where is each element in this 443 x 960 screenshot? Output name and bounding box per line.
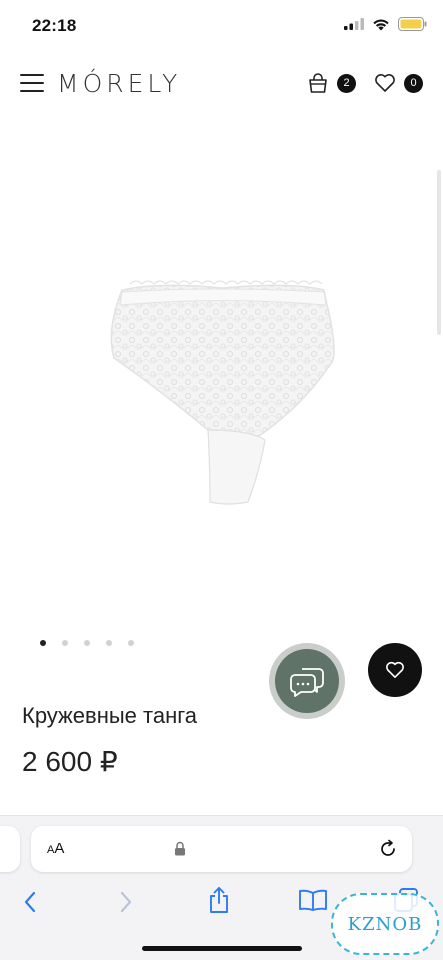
- product-title: Кружевные танга: [22, 703, 197, 728]
- bookmarks-icon[interactable]: [298, 888, 328, 912]
- product-image[interactable]: [100, 280, 345, 505]
- menu-icon[interactable]: [20, 74, 44, 92]
- product-price: 2 600 ₽: [22, 746, 118, 777]
- scrollbar[interactable]: [437, 170, 441, 335]
- status-time: 22:18: [32, 16, 77, 35]
- forward-icon[interactable]: [118, 890, 134, 914]
- carousel-dots: [40, 640, 134, 646]
- watermark-text: KZNOB: [347, 913, 423, 935]
- wifi-icon: [373, 19, 389, 30]
- add-to-wishlist-button[interactable]: [368, 643, 422, 697]
- cellular-signal-icon: [344, 18, 364, 30]
- chat-button[interactable]: [269, 643, 345, 719]
- carousel-dot[interactable]: [128, 640, 134, 646]
- address-bar[interactable]: AA: [31, 826, 412, 872]
- lock-icon: [175, 841, 185, 856]
- cart-count-badge: 2: [337, 73, 356, 93]
- previous-tab-preview[interactable]: [0, 826, 20, 872]
- shopping-bag-icon: [309, 73, 327, 93]
- watermark-logo: KZNOB: [331, 893, 439, 955]
- battery-icon: [398, 17, 427, 31]
- wishlist-button[interactable]: 0: [374, 73, 423, 93]
- reload-icon[interactable]: [378, 839, 398, 859]
- back-icon[interactable]: [22, 890, 38, 914]
- wishlist-count-badge: 0: [404, 73, 423, 93]
- share-icon[interactable]: [207, 886, 231, 914]
- chat-button-inner: [275, 649, 339, 713]
- carousel-dot[interactable]: [106, 640, 112, 646]
- carousel-dot[interactable]: [84, 640, 90, 646]
- home-indicator: [142, 946, 302, 951]
- chat-bubbles-icon: [290, 668, 324, 697]
- heart-icon: [386, 661, 404, 679]
- text-size-button[interactable]: AA: [47, 840, 64, 857]
- site-header: MÓRELY 2 0: [0, 58, 443, 110]
- product-gallery[interactable]: [0, 110, 443, 630]
- cart-button[interactable]: 2: [307, 72, 356, 94]
- heart-outline-icon: [375, 74, 395, 92]
- header-actions: 2 0: [307, 72, 423, 94]
- status-bar: 22:18: [0, 0, 443, 54]
- status-icons: [344, 17, 427, 31]
- carousel-dot[interactable]: [62, 640, 68, 646]
- carousel-dot[interactable]: [40, 640, 46, 646]
- brand-logo[interactable]: MÓRELY: [57, 69, 181, 98]
